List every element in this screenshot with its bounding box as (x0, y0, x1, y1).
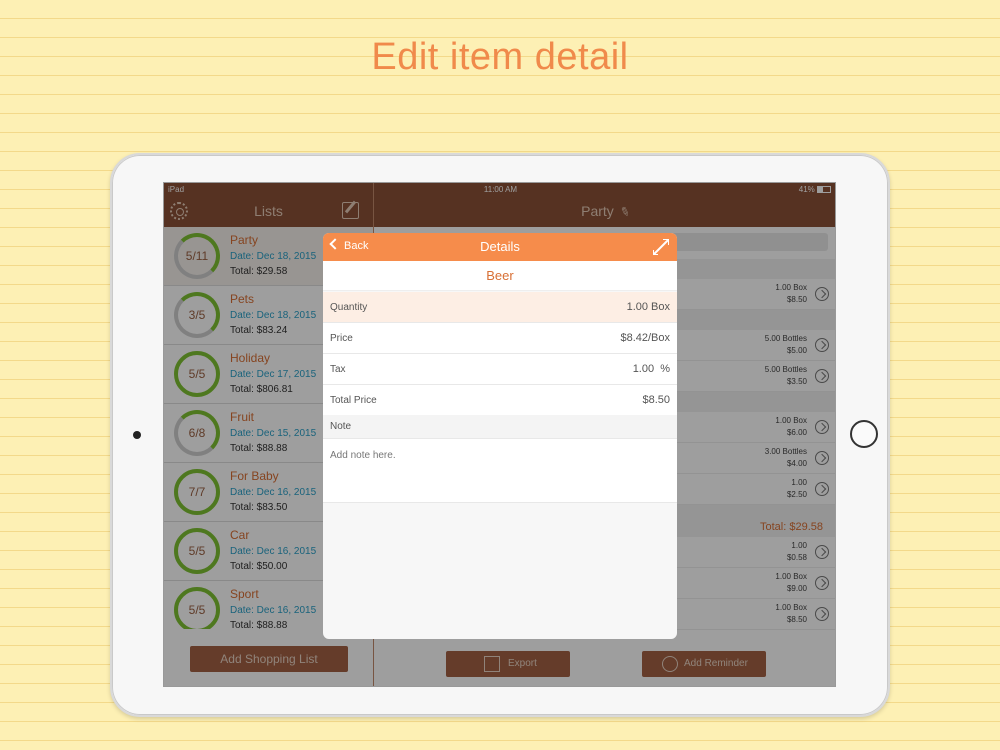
modal-header: Back Details (323, 233, 677, 261)
quantity-field[interactable]: Quantity 1.00 Box (323, 292, 677, 323)
page-headline: Edit item detail (371, 36, 629, 78)
item-name[interactable]: Beer (323, 261, 677, 291)
field-label: Quantity (330, 302, 368, 313)
details-modal: Back Details Beer Quantity 1.00 Box Pric… (323, 233, 677, 639)
expand-icon[interactable] (653, 239, 669, 255)
camera-dot (133, 431, 141, 439)
app-screen: iPad 11:00 AM 41% Lists Party ✎ 5/11 Part… (163, 182, 836, 687)
note-header: Note (323, 415, 677, 439)
modal-title: Details (480, 239, 520, 254)
field-label: Total Price (330, 395, 377, 406)
home-button[interactable] (850, 420, 878, 448)
field-value[interactable]: 1.00 % (633, 363, 670, 375)
total-price-field: Total Price $8.50 (323, 385, 677, 416)
note-textarea[interactable]: Add note here. (323, 439, 677, 503)
note-placeholder: Add note here. (330, 450, 396, 461)
field-value[interactable]: 1.00 Box (627, 301, 670, 313)
field-label: Tax (330, 364, 346, 375)
field-value[interactable]: $8.42/Box (620, 332, 670, 344)
price-field[interactable]: Price $8.42/Box (323, 323, 677, 354)
tax-field[interactable]: Tax 1.00 % (323, 354, 677, 385)
field-value: $8.50 (642, 394, 670, 406)
field-label: Price (330, 333, 353, 344)
